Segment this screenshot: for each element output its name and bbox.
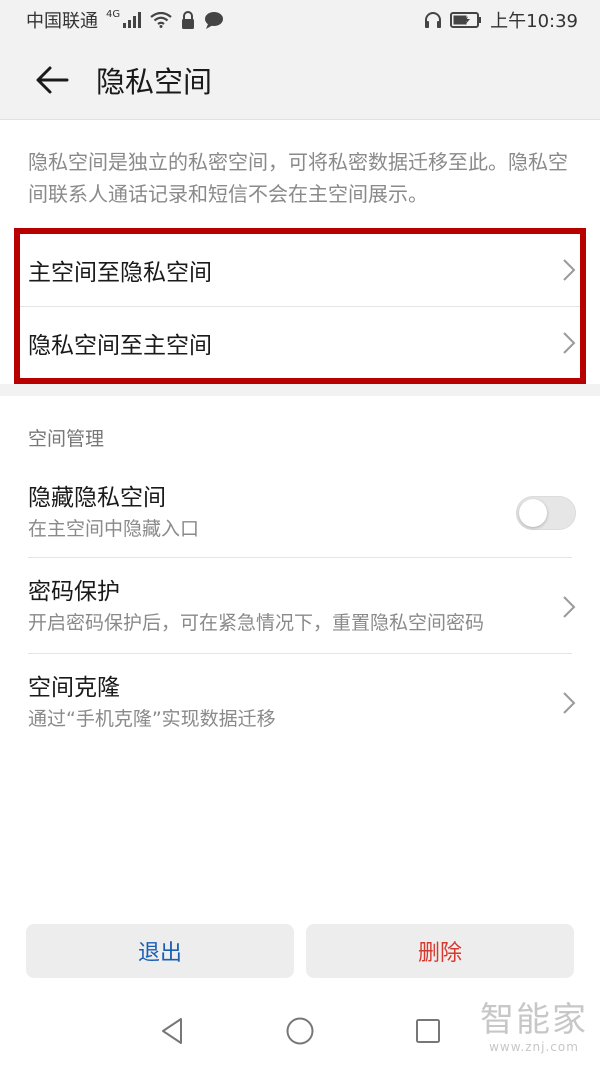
migrate-private-to-main[interactable]: 隐私空间至主空间 xyxy=(20,306,580,378)
migrate-private-to-main-label: 隐私空间至主空间 xyxy=(28,332,212,359)
app-header: 隐私空间 xyxy=(0,40,600,120)
back-button[interactable] xyxy=(20,48,84,112)
wifi-icon xyxy=(150,12,172,28)
setting-title: 隐藏隐私空间 xyxy=(28,485,166,511)
chevron-right-icon xyxy=(562,595,576,619)
section-title-space-management: 空间管理 xyxy=(28,428,105,450)
chevron-right-icon xyxy=(562,258,576,282)
exit-button-label: 退出 xyxy=(137,941,182,966)
setting-texts: 空间克隆 通过“手机克隆”实现数据迁移 xyxy=(28,672,562,734)
toggle-knob xyxy=(519,499,547,527)
setting-password-protection[interactable]: 密码保护 开启密码保护后，可在紧急情况下，重置隐私空间密码 xyxy=(0,558,600,654)
signal-icon: 4G xyxy=(106,8,142,28)
exit-button[interactable]: 退出 xyxy=(26,924,294,978)
status-bar: 中国联通 4G 上午10:39 xyxy=(0,0,600,40)
setting-hide-private-space[interactable]: 隐藏隐私空间 在主空间中隐藏入口 xyxy=(0,470,600,558)
clock-text: 上午10:39 xyxy=(490,11,578,32)
battery-icon xyxy=(450,11,482,29)
section-gap xyxy=(0,384,600,396)
message-icon xyxy=(204,11,224,29)
nav-home-button[interactable] xyxy=(236,996,364,1066)
setting-texts: 隐藏隐私空间 在主空间中隐藏入口 xyxy=(28,482,516,544)
square-recents-icon xyxy=(416,1019,440,1043)
hide-space-toggle[interactable] xyxy=(516,496,576,530)
back-arrow-icon xyxy=(36,66,69,93)
carrier-name: 中国联通 xyxy=(26,11,98,32)
chevron-right-icon xyxy=(562,691,576,715)
watermark-logo: 智能家 www.znj.com xyxy=(480,1000,588,1054)
network-type: 4G xyxy=(106,8,121,20)
chevron-right-icon xyxy=(562,331,576,355)
nav-recents-button[interactable] xyxy=(364,996,492,1066)
intro-description: 隐私空间是独立的私密空间，可将私密数据迁移至此。隐私空间联系人通话记录和短信不会… xyxy=(28,150,568,206)
delete-button-label: 删除 xyxy=(417,941,462,966)
watermark-url: www.znj.com xyxy=(489,1040,579,1054)
migrate-highlight-box: 主空间至隐私空间 隐私空间至主空间 xyxy=(14,228,586,384)
status-right: 上午10:39 xyxy=(424,7,578,33)
settings-list: 隐藏隐私空间 在主空间中隐藏入口 密码保护 开启密码保护后，可在紧急情况下，重置… xyxy=(0,470,600,748)
setting-subtitle: 通过“手机克隆”实现数据迁移 xyxy=(28,708,276,730)
triangle-back-icon xyxy=(162,1018,182,1044)
setting-texts: 密码保护 开启密码保护后，可在紧急情况下，重置隐私空间密码 xyxy=(28,576,562,638)
delete-button[interactable]: 删除 xyxy=(306,924,574,978)
circle-home-icon xyxy=(286,1017,314,1045)
headphones-icon xyxy=(424,11,442,29)
bottom-actions: 退出 删除 xyxy=(26,924,574,978)
migrate-main-to-private[interactable]: 主空间至隐私空间 xyxy=(20,234,580,306)
setting-subtitle: 开启密码保护后，可在紧急情况下，重置隐私空间密码 xyxy=(28,612,485,634)
setting-title: 密码保护 xyxy=(28,579,120,605)
nav-back-button[interactable] xyxy=(108,996,236,1066)
lock-icon xyxy=(180,11,196,29)
setting-subtitle: 在主空间中隐藏入口 xyxy=(28,518,200,540)
setting-title: 空间克隆 xyxy=(28,675,120,701)
migrate-main-to-private-label: 主空间至隐私空间 xyxy=(28,260,212,286)
setting-space-clone[interactable]: 空间克隆 通过“手机克隆”实现数据迁移 xyxy=(0,654,600,748)
status-left: 中国联通 4G xyxy=(26,7,224,33)
page-title: 隐私空间 xyxy=(96,64,213,99)
watermark-brand: 智能家 xyxy=(480,1000,588,1040)
